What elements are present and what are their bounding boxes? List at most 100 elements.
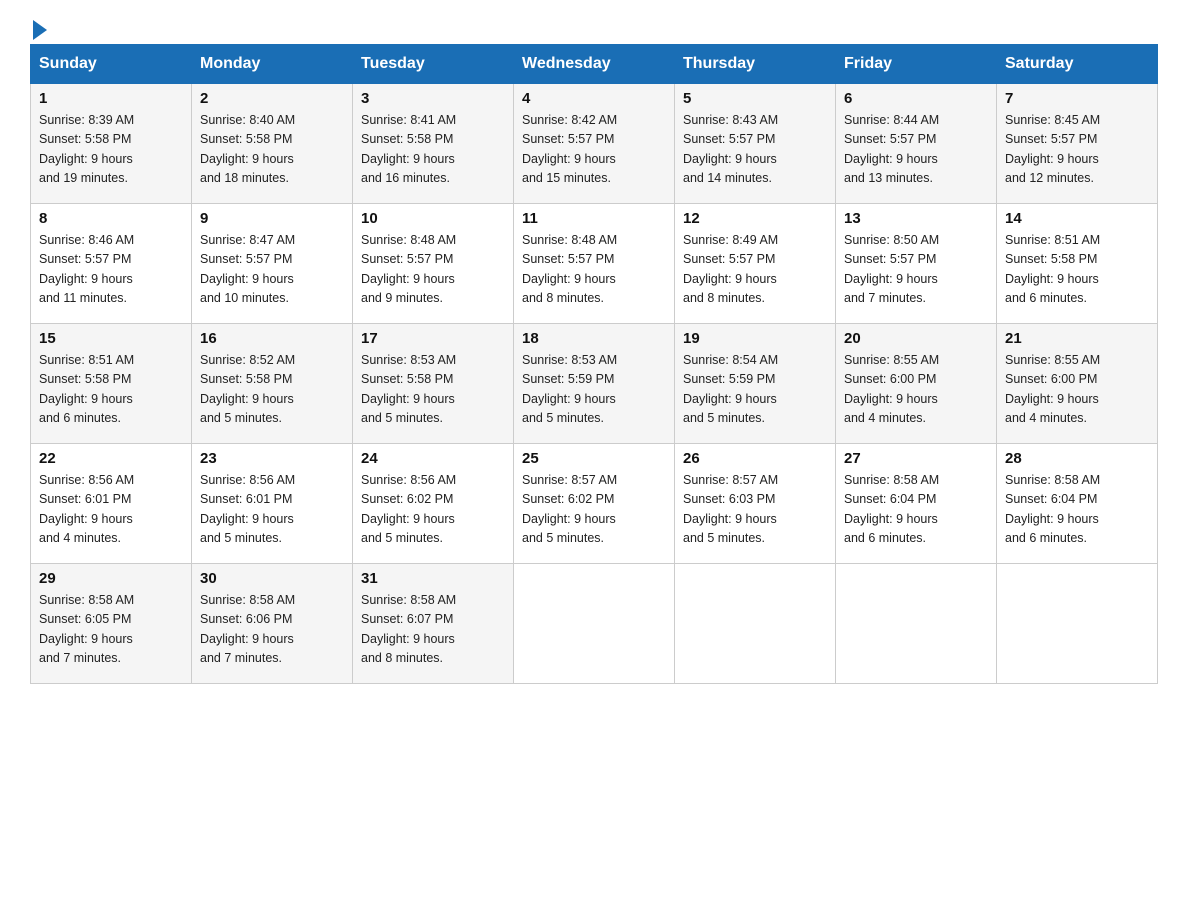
calendar-cell: 15 Sunrise: 8:51 AMSunset: 5:58 PMDayligh… xyxy=(31,324,192,444)
day-info: Sunrise: 8:56 AMSunset: 6:02 PMDaylight:… xyxy=(361,471,505,549)
header-row: SundayMondayTuesdayWednesdayThursdayFrid… xyxy=(31,45,1158,84)
day-number: 29 xyxy=(39,570,183,587)
day-number: 17 xyxy=(361,330,505,347)
header-friday: Friday xyxy=(836,45,997,84)
day-info: Sunrise: 8:56 AMSunset: 6:01 PMDaylight:… xyxy=(39,471,183,549)
calendar-cell: 2Sunrise: 8:40 AMSunset: 5:58 PMDaylight… xyxy=(192,84,353,204)
calendar-cell: 3 Sunrise: 8:41 AMSunset: 5:58 PMDaylight… xyxy=(353,84,514,204)
calendar-cell: 26 Sunrise: 8:57 AMSunset: 6:03 PMDayligh… xyxy=(675,444,836,564)
calendar-cell: 6Sunrise: 8:44 AMSunset: 5:57 PMDaylight… xyxy=(836,84,997,204)
day-info: Sunrise: 8:41 AMSunset: 5:58 PMDaylight:… xyxy=(361,111,505,189)
calendar-cell: 19 Sunrise: 8:54 AMSunset: 5:59 PMDayligh… xyxy=(675,324,836,444)
calendar-header: SundayMondayTuesdayWednesdayThursdayFrid… xyxy=(31,45,1158,84)
day-info: Sunrise: 8:42 AMSunset: 5:57 PMDaylight:… xyxy=(522,111,666,189)
calendar-cell: 5 Sunrise: 8:43 AMSunset: 5:57 PMDaylight… xyxy=(675,84,836,204)
week-row-2: 8 Sunrise: 8:46 AMSunset: 5:57 PMDaylight… xyxy=(31,204,1158,324)
calendar-cell: 10 Sunrise: 8:48 AMSunset: 5:57 PMDayligh… xyxy=(353,204,514,324)
header-sunday: Sunday xyxy=(31,45,192,84)
day-number: 8 xyxy=(39,210,183,227)
header-monday: Monday xyxy=(192,45,353,84)
day-info: Sunrise: 8:44 AMSunset: 5:57 PMDaylight:… xyxy=(844,111,988,189)
calendar-cell: 31Sunrise: 8:58 AMSunset: 6:07 PMDayligh… xyxy=(353,564,514,684)
day-info: Sunrise: 8:48 AMSunset: 5:57 PMDaylight:… xyxy=(361,231,505,309)
calendar-cell: 18Sunrise: 8:53 AMSunset: 5:59 PMDayligh… xyxy=(514,324,675,444)
calendar-cell xyxy=(514,564,675,684)
day-number: 31 xyxy=(361,570,505,587)
day-number: 11 xyxy=(522,210,666,227)
day-info: Sunrise: 8:40 AMSunset: 5:58 PMDaylight:… xyxy=(200,111,344,189)
day-number: 14 xyxy=(1005,210,1149,227)
day-info: Sunrise: 8:47 AMSunset: 5:57 PMDaylight:… xyxy=(200,231,344,309)
day-number: 16 xyxy=(200,330,344,347)
calendar-body: 1 Sunrise: 8:39 AMSunset: 5:58 PMDaylight… xyxy=(31,84,1158,684)
header-thursday: Thursday xyxy=(675,45,836,84)
day-info: Sunrise: 8:56 AMSunset: 6:01 PMDaylight:… xyxy=(200,471,344,549)
day-number: 15 xyxy=(39,330,183,347)
calendar-cell: 7 Sunrise: 8:45 AMSunset: 5:57 PMDaylight… xyxy=(997,84,1158,204)
day-number: 23 xyxy=(200,450,344,467)
day-info: Sunrise: 8:45 AMSunset: 5:57 PMDaylight:… xyxy=(1005,111,1149,189)
day-number: 3 xyxy=(361,90,505,107)
day-number: 26 xyxy=(683,450,827,467)
calendar-cell: 8 Sunrise: 8:46 AMSunset: 5:57 PMDaylight… xyxy=(31,204,192,324)
day-number: 20 xyxy=(844,330,988,347)
calendar-cell: 12 Sunrise: 8:49 AMSunset: 5:57 PMDayligh… xyxy=(675,204,836,324)
day-number: 19 xyxy=(683,330,827,347)
day-info: Sunrise: 8:57 AMSunset: 6:02 PMDaylight:… xyxy=(522,471,666,549)
day-info: Sunrise: 8:50 AMSunset: 5:57 PMDaylight:… xyxy=(844,231,988,309)
week-row-1: 1 Sunrise: 8:39 AMSunset: 5:58 PMDaylight… xyxy=(31,84,1158,204)
calendar-cell: 13 Sunrise: 8:50 AMSunset: 5:57 PMDayligh… xyxy=(836,204,997,324)
header-tuesday: Tuesday xyxy=(353,45,514,84)
day-info: Sunrise: 8:58 AMSunset: 6:04 PMDaylight:… xyxy=(1005,471,1149,549)
day-number: 13 xyxy=(844,210,988,227)
calendar-table: SundayMondayTuesdayWednesdayThursdayFrid… xyxy=(30,44,1158,684)
calendar-cell: 4Sunrise: 8:42 AMSunset: 5:57 PMDaylight… xyxy=(514,84,675,204)
day-number: 24 xyxy=(361,450,505,467)
logo-arrow-icon xyxy=(33,20,47,40)
day-info: Sunrise: 8:51 AMSunset: 5:58 PMDaylight:… xyxy=(39,351,183,429)
day-info: Sunrise: 8:55 AMSunset: 6:00 PMDaylight:… xyxy=(844,351,988,429)
calendar-cell: 1 Sunrise: 8:39 AMSunset: 5:58 PMDaylight… xyxy=(31,84,192,204)
calendar-cell: 14 Sunrise: 8:51 AMSunset: 5:58 PMDayligh… xyxy=(997,204,1158,324)
calendar-cell: 9 Sunrise: 8:47 AMSunset: 5:57 PMDaylight… xyxy=(192,204,353,324)
day-info: Sunrise: 8:51 AMSunset: 5:58 PMDaylight:… xyxy=(1005,231,1149,309)
day-info: Sunrise: 8:54 AMSunset: 5:59 PMDaylight:… xyxy=(683,351,827,429)
day-number: 7 xyxy=(1005,90,1149,107)
day-number: 22 xyxy=(39,450,183,467)
week-row-4: 22 Sunrise: 8:56 AMSunset: 6:01 PMDayligh… xyxy=(31,444,1158,564)
logo xyxy=(30,20,50,34)
day-info: Sunrise: 8:49 AMSunset: 5:57 PMDaylight:… xyxy=(683,231,827,309)
day-info: Sunrise: 8:46 AMSunset: 5:57 PMDaylight:… xyxy=(39,231,183,309)
day-info: Sunrise: 8:58 AMSunset: 6:04 PMDaylight:… xyxy=(844,471,988,549)
calendar-cell: 20 Sunrise: 8:55 AMSunset: 6:00 PMDayligh… xyxy=(836,324,997,444)
calendar-cell: 30 Sunrise: 8:58 AMSunset: 6:06 PMDayligh… xyxy=(192,564,353,684)
day-info: Sunrise: 8:39 AMSunset: 5:58 PMDaylight:… xyxy=(39,111,183,189)
calendar-cell: 22 Sunrise: 8:56 AMSunset: 6:01 PMDayligh… xyxy=(31,444,192,564)
calendar-cell: 25 Sunrise: 8:57 AMSunset: 6:02 PMDayligh… xyxy=(514,444,675,564)
day-number: 28 xyxy=(1005,450,1149,467)
day-number: 27 xyxy=(844,450,988,467)
calendar-cell: 17 Sunrise: 8:53 AMSunset: 5:58 PMDayligh… xyxy=(353,324,514,444)
week-row-3: 15 Sunrise: 8:51 AMSunset: 5:58 PMDayligh… xyxy=(31,324,1158,444)
day-number: 10 xyxy=(361,210,505,227)
day-info: Sunrise: 8:58 AMSunset: 6:06 PMDaylight:… xyxy=(200,591,344,669)
day-number: 12 xyxy=(683,210,827,227)
day-number: 9 xyxy=(200,210,344,227)
day-number: 5 xyxy=(683,90,827,107)
day-info: Sunrise: 8:53 AMSunset: 5:58 PMDaylight:… xyxy=(361,351,505,429)
day-number: 1 xyxy=(39,90,183,107)
calendar-cell xyxy=(997,564,1158,684)
calendar-cell xyxy=(675,564,836,684)
day-info: Sunrise: 8:43 AMSunset: 5:57 PMDaylight:… xyxy=(683,111,827,189)
calendar-cell: 28 Sunrise: 8:58 AMSunset: 6:04 PMDayligh… xyxy=(997,444,1158,564)
day-number: 18 xyxy=(522,330,666,347)
day-info: Sunrise: 8:57 AMSunset: 6:03 PMDaylight:… xyxy=(683,471,827,549)
day-number: 25 xyxy=(522,450,666,467)
header-wednesday: Wednesday xyxy=(514,45,675,84)
calendar-cell xyxy=(836,564,997,684)
week-row-5: 29Sunrise: 8:58 AMSunset: 6:05 PMDayligh… xyxy=(31,564,1158,684)
day-number: 30 xyxy=(200,570,344,587)
calendar-cell: 29Sunrise: 8:58 AMSunset: 6:05 PMDayligh… xyxy=(31,564,192,684)
day-info: Sunrise: 8:55 AMSunset: 6:00 PMDaylight:… xyxy=(1005,351,1149,429)
calendar-cell: 16Sunrise: 8:52 AMSunset: 5:58 PMDayligh… xyxy=(192,324,353,444)
